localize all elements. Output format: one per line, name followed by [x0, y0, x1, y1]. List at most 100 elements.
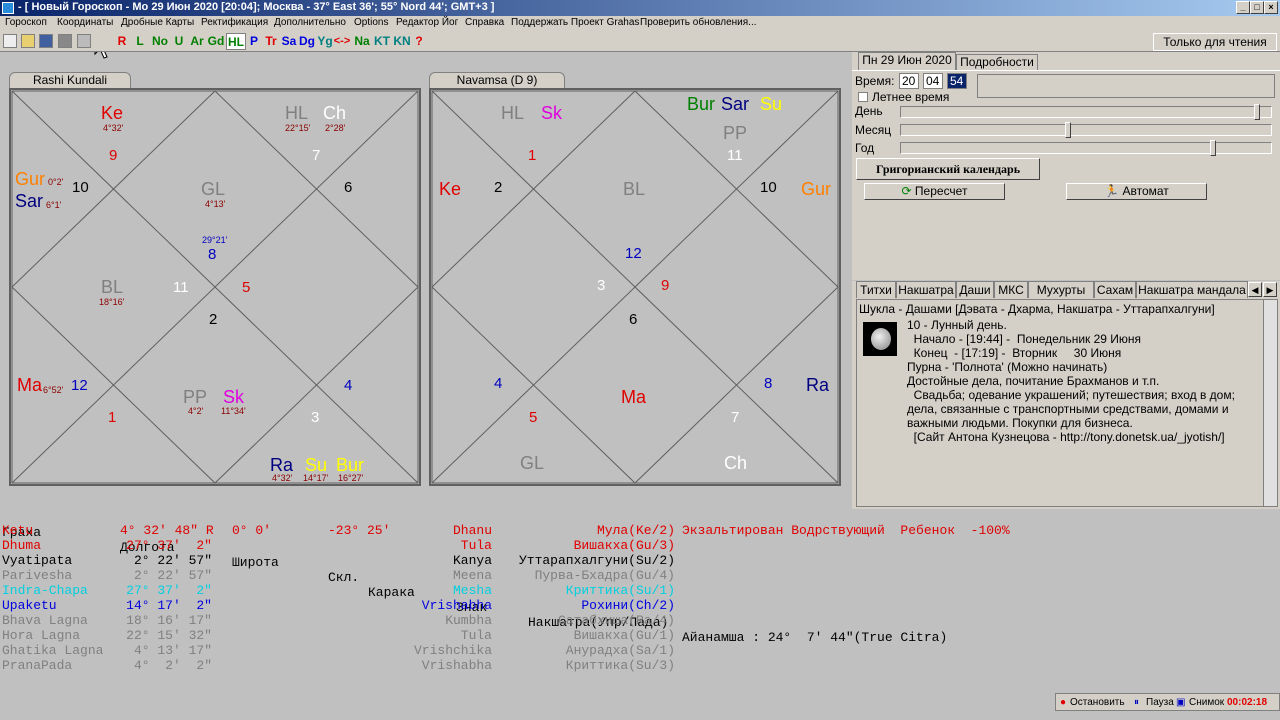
navamsa-house-number: 5: [529, 409, 538, 426]
tb-no-button[interactable]: No: [150, 33, 170, 50]
table-cell: Parivesha: [2, 568, 73, 583]
rashi-planet-label: HL: [285, 103, 309, 123]
tb-gd-button[interactable]: Gd: [206, 33, 226, 50]
hour-field[interactable]: 20: [899, 73, 919, 89]
tab-date[interactable]: Пн 29 Июн 2020: [858, 52, 956, 70]
navamsa-planet-label: Ke: [439, 179, 462, 199]
menu-rektifikaciya[interactable]: Ректификация: [201, 17, 268, 28]
close-button[interactable]: ×: [1264, 1, 1278, 14]
tb-l-button[interactable]: L: [132, 33, 148, 50]
table-cell: Vrishabha: [421, 598, 492, 613]
menu-koordinaty[interactable]: Координаты: [57, 17, 113, 28]
rashi-degree-label: 14°17': [303, 473, 329, 483]
navamsa-house-number: 7: [731, 409, 740, 426]
rashi-planet-label: Gur: [15, 169, 46, 189]
maximize-button[interactable]: □: [1250, 1, 1264, 14]
tab-dashi[interactable]: Даши: [956, 281, 994, 298]
day-slider-thumb[interactable]: [1253, 104, 1260, 120]
second-field[interactable]: 54: [947, 73, 967, 89]
rashi-degree-label: 22°15': [285, 123, 311, 133]
rashi-degree-label: 0°2': [48, 177, 64, 187]
tab-mks[interactable]: МКС: [994, 281, 1028, 298]
menu-podderzhat[interactable]: Поддержать Проект Grahas: [511, 17, 639, 28]
tb-kt-button[interactable]: KT: [372, 33, 392, 50]
open-folder-icon[interactable]: [21, 34, 35, 48]
pause-button[interactable]: Пауза: [1146, 697, 1174, 708]
menu-spravka[interactable]: Справка: [465, 17, 504, 28]
month-slider[interactable]: [900, 122, 1272, 138]
navamsa-house-number: 6: [629, 311, 638, 328]
tb-dg-button[interactable]: Dg: [298, 33, 316, 50]
table-cell: Mesha: [452, 583, 492, 598]
print-icon[interactable]: [58, 34, 72, 48]
info-scrollbar[interactable]: [1263, 300, 1277, 506]
recalc-button[interactable]: ⟳ Пересчет: [864, 183, 1005, 200]
info-line: Начало - [19:44] - Понедельник 29 Июня: [907, 332, 1142, 346]
table-cell: 2° 22' 57": [133, 568, 212, 583]
info-line: Достойные дела, почитание Брахманов и т.…: [907, 374, 1160, 388]
menu-goroskop[interactable]: Гороскоп: [5, 17, 47, 28]
window-title: - [ Новый Гороскоп - Мо 29 Июн 2020 [20:…: [18, 1, 495, 13]
auto-button[interactable]: 🏃 Автомат: [1066, 183, 1207, 200]
tab-details[interactable]: Подробности: [956, 54, 1038, 70]
tab-tithi[interactable]: Титхи: [856, 281, 896, 298]
info-line: дела, связанные с транспортными средства…: [907, 402, 1229, 416]
copy-icon[interactable]: [77, 34, 91, 48]
table-cell: Tula: [460, 628, 492, 643]
table-cell: Мула(Ke/2): [596, 523, 675, 538]
minimize-button[interactable]: _: [1236, 1, 1250, 14]
rashi-degree-label: 4°13': [205, 199, 226, 209]
tb-na-button[interactable]: Na: [352, 33, 372, 50]
info-line: Свадьба; одевание украшений; путешествия…: [907, 388, 1235, 402]
tb-sa-button[interactable]: Sa: [280, 33, 298, 50]
toolbar: R L No U Ar Gd HL P Tr Sa Dg Yg <-> Na K…: [0, 32, 1280, 52]
navamsa-planet-label: Bur: [687, 94, 716, 114]
tab-muhurty[interactable]: Мухурты: [1028, 281, 1094, 298]
tb-help-button[interactable]: ?: [411, 33, 427, 50]
tb-p-button[interactable]: P: [246, 33, 262, 50]
tithi-header: Шукла - Дашами [Дэвата - Дхарма, Накшатр…: [859, 302, 1215, 316]
minute-field[interactable]: 04: [923, 73, 943, 89]
menu-dopolnitelno[interactable]: Дополнительно: [274, 17, 346, 28]
table-cell: 14° 17' 2": [126, 598, 212, 613]
save-icon[interactable]: [39, 34, 53, 48]
tabs-left-arrow[interactable]: ◀: [1248, 282, 1262, 297]
dst-checkbox[interactable]: [858, 92, 868, 102]
navamsa-grid: [431, 90, 839, 484]
tb-kn-button[interactable]: KN: [392, 33, 412, 50]
calendar-button[interactable]: Григорианский календарь: [856, 158, 1040, 180]
table-cell: Dhuma: [2, 538, 42, 553]
time-spinner[interactable]: [977, 74, 1275, 98]
table-cell: Indra-Chapa: [2, 583, 88, 598]
year-slider[interactable]: [900, 140, 1272, 156]
tb-hl-button[interactable]: HL: [226, 33, 246, 50]
new-file-icon[interactable]: [3, 34, 17, 48]
tithi-panel: Титхи Накшатра Даши МКС Мухурты Сахам На…: [852, 281, 1280, 509]
menu-obnovleniya[interactable]: Проверить обновления...: [640, 17, 757, 28]
table-cell: Tula: [460, 538, 492, 553]
tab-saham[interactable]: Сахам: [1094, 281, 1136, 298]
menu-drobnye-karty[interactable]: Дробные Карты: [121, 17, 194, 28]
tab-nakshatra-mandala[interactable]: Накшатра мандала: [1136, 281, 1248, 298]
tabs-right-arrow[interactable]: ▶: [1263, 282, 1277, 297]
year-slider-thumb[interactable]: [1209, 140, 1216, 156]
tb-u-button[interactable]: U: [171, 33, 187, 50]
rashi-house-number: 2: [209, 311, 218, 328]
tb-tr-button[interactable]: Tr: [262, 33, 280, 50]
rashi-grid: [11, 90, 419, 484]
table-cell: Анурадха(Sa/1): [565, 643, 675, 658]
tb-r-button[interactable]: R: [114, 33, 130, 50]
tb-swap-button[interactable]: <->: [332, 33, 352, 50]
table-cell: 18° 16' 17": [126, 613, 212, 628]
title-bar: - [ Новый Гороскоп - Мо 29 Июн 2020 [20:…: [0, 0, 1280, 16]
menu-options[interactable]: Options: [354, 17, 388, 28]
menu-redaktor-yog[interactable]: Редактор Йог: [396, 17, 458, 28]
stop-button[interactable]: Остановить: [1070, 697, 1125, 708]
day-slider[interactable]: [900, 104, 1272, 120]
tab-nakshatra[interactable]: Накшатра: [896, 281, 956, 298]
month-slider-thumb[interactable]: [1065, 122, 1072, 138]
snapshot-button[interactable]: Снимок: [1189, 697, 1224, 708]
table-cell: Рохини(Ch/2): [581, 598, 675, 613]
day-label: День: [855, 104, 883, 118]
tb-ar-button[interactable]: Ar: [188, 33, 206, 50]
